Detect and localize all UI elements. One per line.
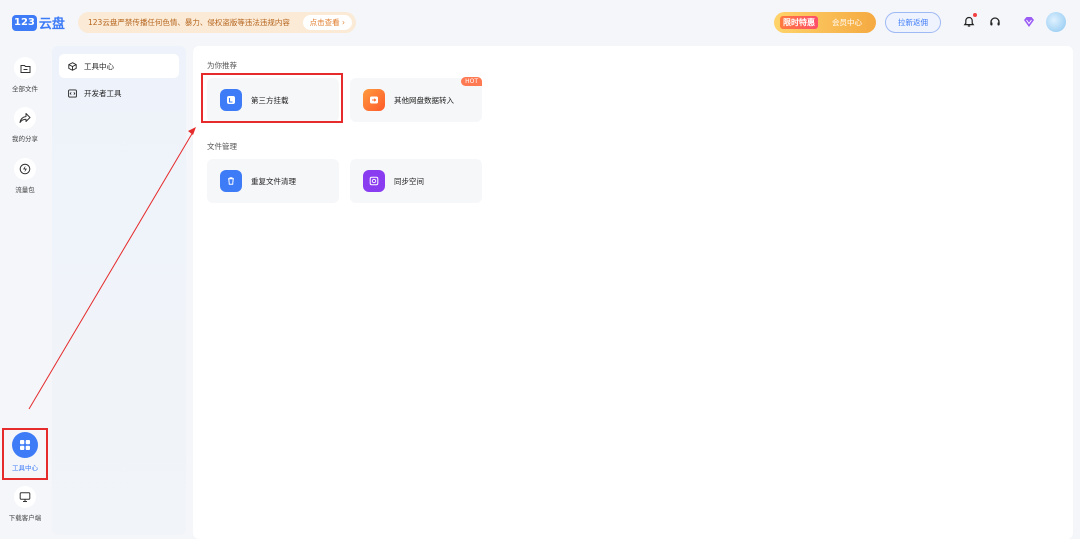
annotation-arrow [28,127,196,410]
